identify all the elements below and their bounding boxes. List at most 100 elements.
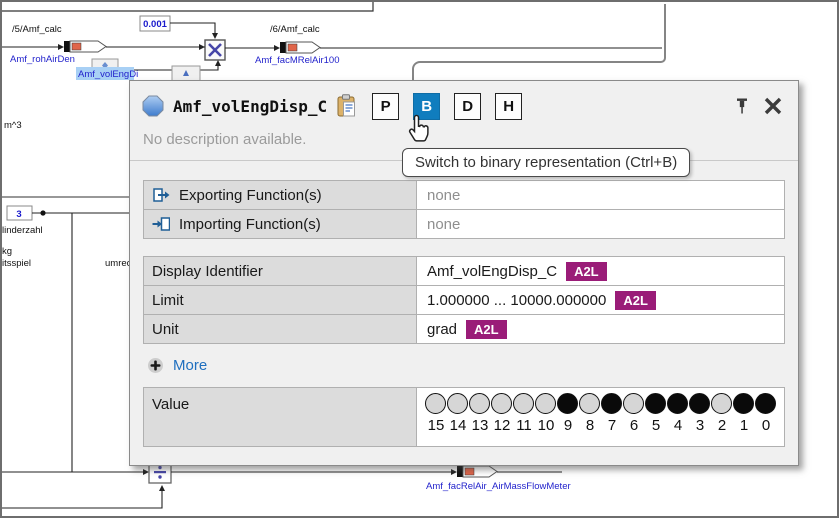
row-value-cell[interactable]: grad A2L xyxy=(417,315,784,343)
junction-dot xyxy=(40,210,46,216)
bit-number: 1 xyxy=(739,417,749,434)
row-label-cell: Exporting Function(s) xyxy=(144,181,417,209)
application-window: 0.001 Amf_rohAirDen Amf_volEngDi Amf_fac… xyxy=(0,0,839,518)
tag-port xyxy=(64,41,70,52)
row-value[interactable]: none xyxy=(417,210,784,238)
bit-circle[interactable] xyxy=(733,393,754,414)
arrowhead xyxy=(212,33,218,39)
bit-circle[interactable] xyxy=(579,393,600,414)
signal-label-selected[interactable]: Amf_volEngDi xyxy=(78,69,138,80)
popup-title: Amf_volEngDisp_C xyxy=(173,96,328,116)
divide-glyph xyxy=(154,471,166,474)
arrowhead xyxy=(58,44,64,50)
signal-label[interactable]: Amf_facMRelAir100 xyxy=(255,55,339,66)
bit-number: 13 xyxy=(471,417,489,434)
bit-number: 10 xyxy=(537,417,555,434)
bit-number: 9 xyxy=(563,417,573,434)
block-annotation: kg xyxy=(2,246,12,257)
row-label-cell: Limit xyxy=(144,286,417,314)
tooltip: Switch to binary representation (Ctrl+B) xyxy=(402,148,691,177)
constant-value: 3 xyxy=(16,209,21,220)
row-value: grad xyxy=(427,320,458,338)
signal-label[interactable]: Amf_rohAirDen xyxy=(10,54,75,65)
tag-icon xyxy=(71,42,82,51)
format-button-label: D xyxy=(462,97,474,115)
tag-icon xyxy=(287,43,298,52)
table-row: Unit grad A2L xyxy=(144,315,784,343)
arrowhead xyxy=(143,469,149,475)
bit-circle[interactable] xyxy=(425,393,446,414)
tag-port xyxy=(280,42,286,53)
block-annotation: linderzahl xyxy=(2,225,43,236)
row-label: Importing Function(s) xyxy=(179,215,321,233)
row-label-cell: Unit xyxy=(144,315,417,343)
block-annotation: itsspiel xyxy=(2,258,31,269)
unit-annotation: m^3 xyxy=(4,120,22,131)
bit-circle[interactable] xyxy=(513,393,534,414)
variable-type-icon xyxy=(142,95,164,117)
bit-number: 11 xyxy=(516,417,532,434)
bit-circle[interactable] xyxy=(667,393,688,414)
bit-circle[interactable] xyxy=(755,393,776,414)
system-annotation: /6/Amf_calc xyxy=(270,24,320,35)
table-row: Limit 1.000000 ... 10000.000000 A2L xyxy=(144,286,784,315)
plus-icon xyxy=(148,358,163,373)
hand-cursor-icon xyxy=(404,114,432,149)
bit-number: 2 xyxy=(717,417,727,434)
format-button-label: B xyxy=(421,97,433,115)
pin-button[interactable] xyxy=(731,94,753,118)
row-label: Unit xyxy=(152,320,179,338)
bit-circle[interactable] xyxy=(601,393,622,414)
boundary-line xyxy=(2,2,374,12)
row-label-cell: Display Identifier xyxy=(144,257,417,285)
bit-circle[interactable] xyxy=(689,393,710,414)
row-value: 1.000000 ... 10000.000000 xyxy=(427,291,607,309)
bit-circle[interactable] xyxy=(557,393,578,414)
properties-table: Display Identifier Amf_volEngDisp_C A2L … xyxy=(143,256,785,344)
row-value[interactable]: none xyxy=(417,181,784,209)
bit-circle[interactable] xyxy=(469,393,490,414)
table-gap xyxy=(143,239,785,256)
property-popup: Amf_volEngDisp_C P B D H No description … xyxy=(129,80,799,466)
bit-circle[interactable] xyxy=(535,393,556,414)
exporting-function-icon xyxy=(153,188,170,202)
bit-number: 0 xyxy=(761,417,771,434)
clipboard-icon[interactable] xyxy=(336,94,358,118)
row-label: Limit xyxy=(152,291,184,309)
bit-circle[interactable] xyxy=(491,393,512,414)
format-button-label: P xyxy=(380,97,391,115)
bit-circle[interactable] xyxy=(711,393,732,414)
signal-label[interactable]: Amf_facRelAir_AirMassFlowMeter xyxy=(426,481,571,492)
bit-circle[interactable] xyxy=(447,393,468,414)
more-link[interactable]: More xyxy=(173,357,207,374)
row-value-cell[interactable]: Amf_volEngDisp_C A2L xyxy=(417,257,784,285)
arrowhead xyxy=(215,60,221,66)
bit-numbers: 15 14 13 12 11 10 9 8 7 6 5 4 3 2 1 0 xyxy=(425,417,784,434)
constant-value: 0.001 xyxy=(143,19,167,30)
bit-circle[interactable] xyxy=(623,393,644,414)
a2l-badge: A2L xyxy=(566,261,607,281)
subsystem-outline xyxy=(412,4,666,80)
signal-line xyxy=(170,22,216,35)
bit-number: 5 xyxy=(651,417,661,434)
bit-number: 3 xyxy=(695,417,705,434)
system-annotation: /5/Amf_calc xyxy=(12,24,62,35)
row-value-cell[interactable]: 1.000000 ... 10000.000000 A2L xyxy=(417,286,784,314)
arrowhead xyxy=(159,485,165,491)
bit-number: 15 xyxy=(427,417,445,434)
format-button-hex[interactable]: H xyxy=(495,92,523,120)
bit-number: 6 xyxy=(629,417,639,434)
close-icon xyxy=(764,97,782,115)
close-button[interactable] xyxy=(762,94,784,118)
tag-icon xyxy=(464,467,475,476)
row-label: Exporting Function(s) xyxy=(179,186,322,204)
popup-body: Exporting Function(s) none Importing Fun… xyxy=(130,161,798,447)
pin-icon xyxy=(737,98,747,114)
format-button-decimal[interactable]: D xyxy=(454,92,482,120)
importing-function-icon xyxy=(152,217,170,231)
a2l-badge: A2L xyxy=(466,319,507,339)
bit-circle[interactable] xyxy=(645,393,666,414)
divide-glyph xyxy=(158,475,162,479)
format-button-physical[interactable]: P xyxy=(372,92,400,120)
more-row[interactable]: More xyxy=(147,357,785,374)
